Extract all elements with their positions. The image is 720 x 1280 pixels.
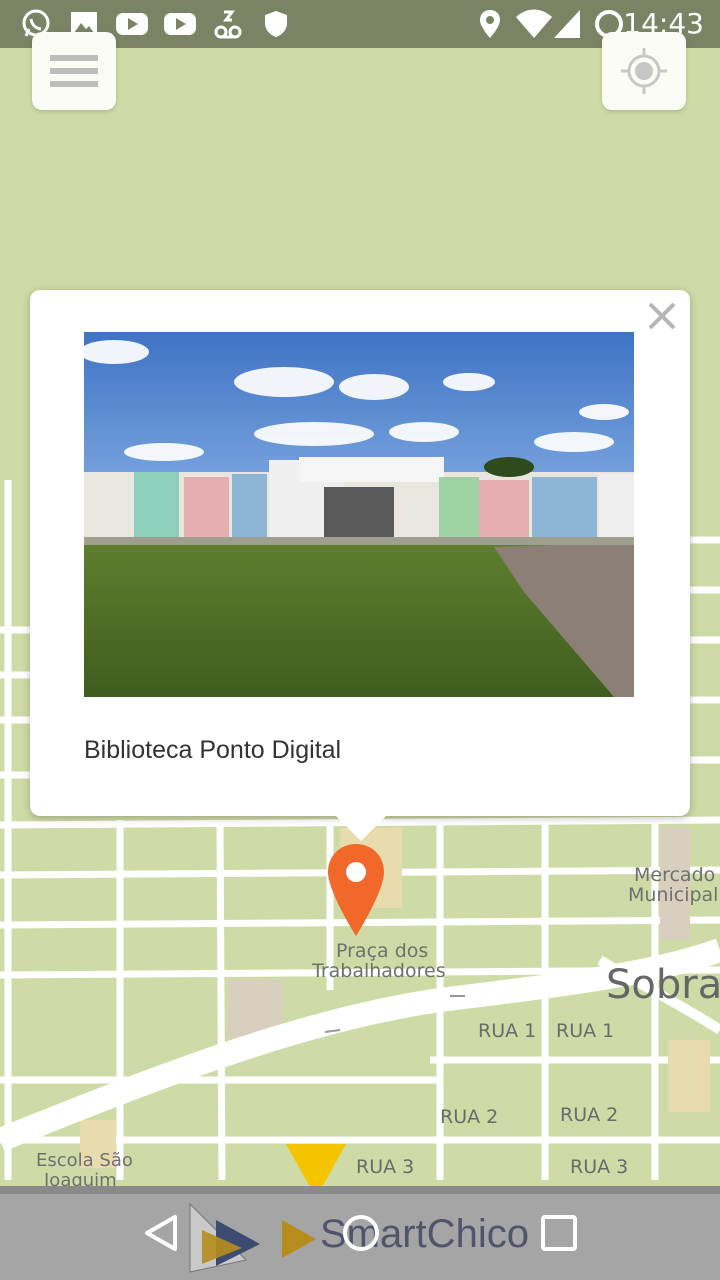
recents-square-icon <box>541 1215 577 1251</box>
map-label-praca: Praça dos <box>336 940 429 962</box>
youtube-icon <box>162 6 198 42</box>
brand-logo-icon <box>186 1200 266 1276</box>
voicemail-icon <box>210 6 246 42</box>
map-marker-pin-icon[interactable] <box>326 842 386 938</box>
menu-button[interactable] <box>32 32 116 110</box>
close-icon <box>648 302 676 330</box>
popup-title: Biblioteca Ponto Digital <box>84 736 342 764</box>
hamburger-icon <box>50 55 98 87</box>
back-triangle-icon <box>145 1215 177 1251</box>
location-icon <box>476 6 504 42</box>
popup-pointer <box>335 815 387 841</box>
map-label-praca-2: Trabalhadores <box>312 960 446 982</box>
crosshair-icon <box>621 48 667 94</box>
signal-icon <box>552 6 582 42</box>
home-button[interactable] <box>338 1210 384 1256</box>
brand-arrow-icon <box>282 1220 316 1258</box>
shield-icon <box>262 6 290 42</box>
street-label: RUA 2 <box>560 1104 619 1126</box>
my-location-button[interactable] <box>602 32 686 110</box>
bottom-bar-divider <box>0 1186 720 1194</box>
street-label: RUA 1 <box>478 1020 537 1042</box>
wifi-icon <box>514 6 554 42</box>
close-button[interactable] <box>644 298 680 334</box>
street-label: RUA 1 <box>556 1020 615 1042</box>
street-label: RUA 2 <box>440 1106 499 1128</box>
recents-button[interactable] <box>536 1210 582 1256</box>
map-label-mercado: Mercado <box>634 864 716 886</box>
back-button[interactable] <box>138 1210 184 1256</box>
home-circle-icon <box>343 1215 379 1251</box>
youtube-icon <box>114 6 150 42</box>
map-label-mercado-2: Municipal <box>628 884 719 906</box>
place-photo <box>84 332 634 697</box>
map-label-city: Sobra <box>606 962 720 1008</box>
street-label: RUA 3 <box>356 1156 415 1178</box>
info-popup: Biblioteca Ponto Digital <box>30 290 690 816</box>
street-label: RUA 3 <box>570 1156 629 1178</box>
map-label-escola: Escola São <box>36 1150 133 1171</box>
